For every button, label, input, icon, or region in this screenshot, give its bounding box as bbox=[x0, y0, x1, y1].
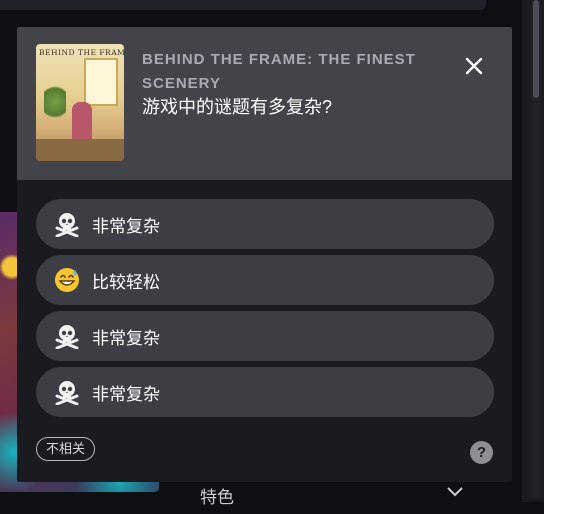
window-edge bbox=[544, 0, 571, 514]
answer-label: 比较轻松 bbox=[92, 272, 160, 292]
chevron-down-icon[interactable] bbox=[446, 486, 464, 498]
skull-crossbones-icon bbox=[54, 323, 80, 349]
answer-label: 非常复杂 bbox=[92, 216, 160, 236]
answer-label: 非常复杂 bbox=[92, 328, 160, 348]
feature-section-label: 特色 bbox=[200, 488, 234, 507]
skull-crossbones-icon bbox=[54, 211, 80, 237]
game-title: BEHIND THE FRAME: THE FINEST SCENERY bbox=[142, 51, 416, 92]
answer-option-1[interactable]: 非常复杂 bbox=[36, 199, 494, 249]
skull-crossbones-icon bbox=[54, 379, 80, 405]
answer-option-2[interactable]: 比较轻松 bbox=[36, 255, 494, 305]
answer-label: 非常复杂 bbox=[92, 384, 160, 404]
game-thumbnail: BEHIND THE FRAME bbox=[36, 44, 124, 161]
help-icon[interactable]: ? bbox=[470, 441, 493, 464]
survey-card: BEHIND THE FRAME BEHIND THE FRAME: THE F… bbox=[17, 27, 512, 482]
sweat-smile-emoji-icon bbox=[54, 267, 80, 293]
scrollbar-thumb[interactable] bbox=[533, 0, 539, 98]
thumbnail-logo-text: BEHIND THE FRAME bbox=[39, 48, 124, 57]
survey-question: 游戏中的谜题有多复杂? bbox=[142, 97, 333, 117]
background-top-bar bbox=[0, 0, 486, 10]
answer-option-3[interactable]: 非常复杂 bbox=[36, 311, 494, 361]
close-icon[interactable] bbox=[462, 54, 486, 78]
not-relevant-button[interactable]: 不相关 bbox=[36, 437, 96, 461]
answer-option-4[interactable]: 非常复杂 bbox=[36, 367, 494, 417]
survey-header: BEHIND THE FRAME BEHIND THE FRAME: THE F… bbox=[17, 27, 512, 180]
